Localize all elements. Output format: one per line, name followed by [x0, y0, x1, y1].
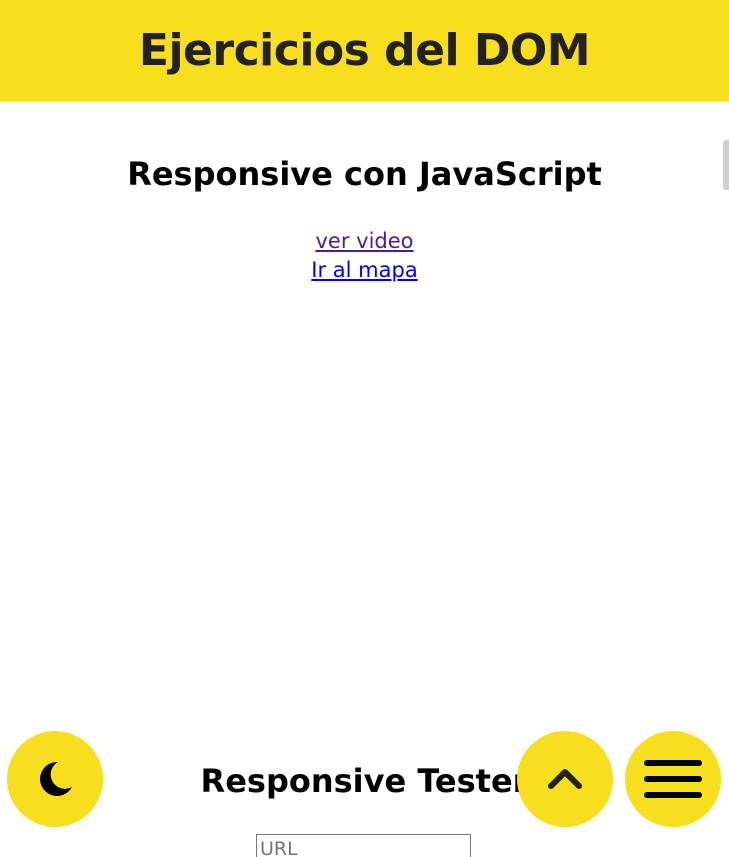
chevron-up-icon: [548, 769, 582, 789]
dark-mode-button[interactable]: [7, 731, 103, 827]
video-link[interactable]: ver video: [315, 227, 413, 256]
scroll-top-button[interactable]: [517, 731, 613, 827]
page-header: Ejercicios del DOM: [0, 0, 729, 101]
page-title: Ejercicios del DOM: [138, 25, 591, 76]
hamburger-icon: [644, 760, 702, 798]
map-link[interactable]: Ir al mapa: [311, 256, 417, 285]
responsive-tester-title: Responsive Tester: [200, 762, 529, 800]
url-input[interactable]: [256, 834, 471, 857]
moon-icon: [40, 761, 72, 796]
responsive-js-title: Responsive con JavaScript: [127, 155, 602, 193]
responsive-js-links: ver video Ir al mapa: [0, 227, 729, 285]
menu-button[interactable]: [625, 731, 721, 827]
